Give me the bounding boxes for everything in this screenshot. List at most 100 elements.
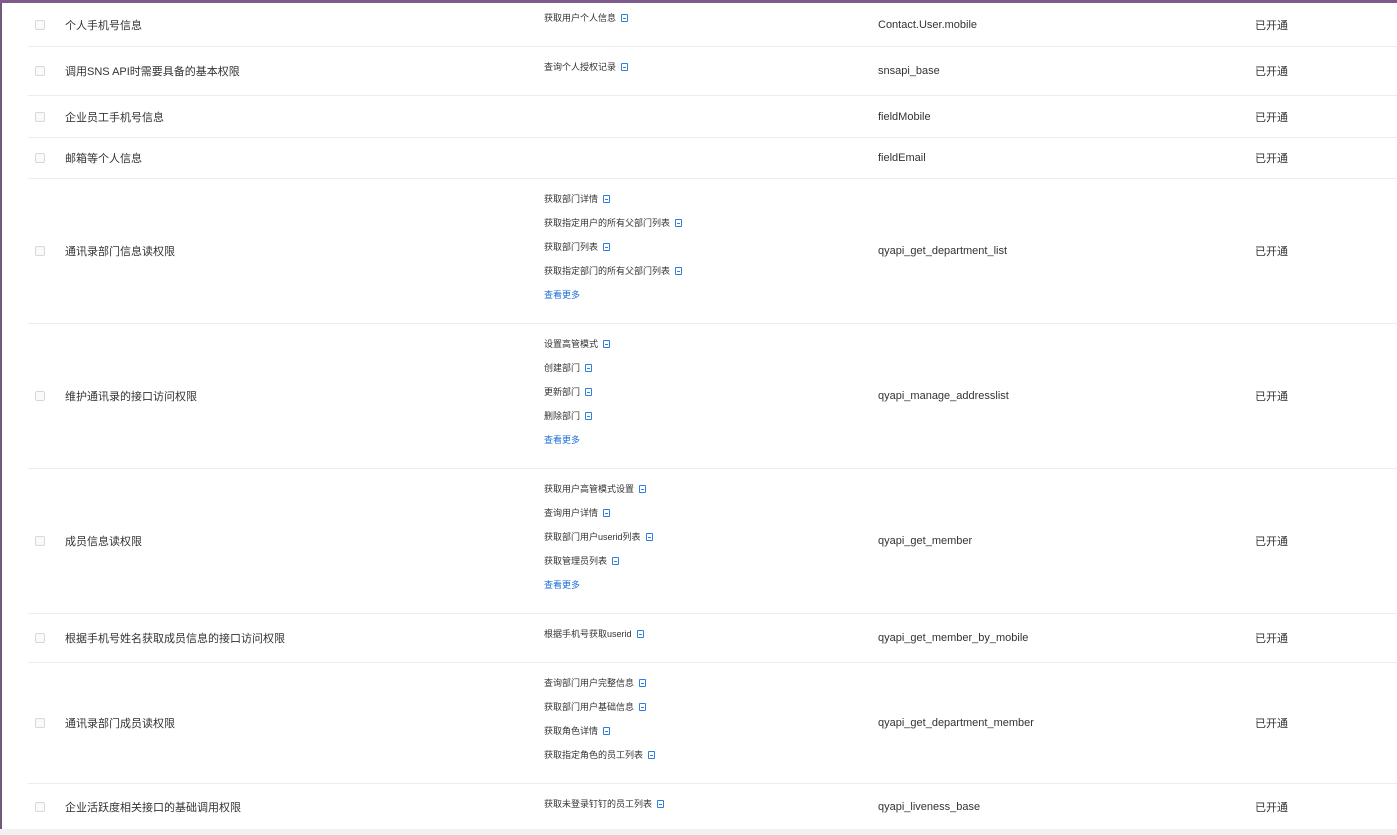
- view-more-link[interactable]: 查看更多: [544, 283, 682, 307]
- api-label: 删除部门: [544, 411, 581, 421]
- api-item: 获取部门用户userid列表: [544, 525, 653, 549]
- api-label: 设置高管模式: [544, 339, 599, 349]
- status-label: 已开通: [1255, 718, 1288, 730]
- status-label: 已开通: [1255, 633, 1288, 645]
- table-row: 成员信息读权限 获取用户高管模式设置 查询用户详情 获取部门用户userid列表 获取管…: [28, 469, 1397, 614]
- row-checkbox[interactable]: [35, 19, 45, 30]
- doc-link-icon[interactable]: [639, 703, 647, 711]
- api-list: 查询部门用户完整信息 获取部门用户基础信息 获取角色详情获取指定角色的员工列表: [544, 671, 656, 767]
- table-row: 调用SNS API时需要具备的基本权限 查询个人授权记录 snsapi_base 已开…: [28, 47, 1397, 96]
- doc-link-icon[interactable]: [645, 533, 653, 541]
- permission-name: 个人手机号信息: [65, 19, 142, 32]
- view-more-link[interactable]: 查看更多: [544, 573, 653, 597]
- api-item: 获取指定角色的员工列表: [544, 743, 656, 767]
- doc-link-icon[interactable]: [585, 412, 593, 420]
- row-checkbox[interactable]: [35, 153, 45, 163]
- window-left-border: [0, 3, 2, 835]
- api-label: 创建部门: [544, 363, 581, 373]
- doc-link-icon[interactable]: [657, 800, 665, 808]
- api-label: 获取部门用户基础信息: [544, 702, 635, 712]
- status-label: 已开通: [1255, 66, 1288, 78]
- row-checkbox[interactable]: [35, 391, 45, 401]
- api-label: 获取部门用户userid列表: [544, 532, 641, 542]
- doc-link-icon[interactable]: [675, 267, 683, 275]
- api-list: 获取用户高管模式设置 查询用户详情 获取部门用户userid列表 获取管理员列表 查看更…: [544, 477, 653, 597]
- api-item: 查询用户详情: [544, 501, 653, 525]
- api-list: 获取部门详情 获取指定用户的所有父部门列表 获取部门列表 获取指定部门的所有父部门列表…: [544, 187, 683, 307]
- doc-link-icon[interactable]: [603, 195, 611, 203]
- api-label: 获取用户高管模式设置: [544, 484, 635, 494]
- row-checkbox[interactable]: [35, 246, 45, 256]
- row-checkbox[interactable]: [35, 802, 45, 812]
- table-row: 通讯录部门成员读权限 查询部门用户完整信息 获取部门用户基础信息 获取角色详情获取指定…: [28, 663, 1397, 784]
- api-item: 获取用户个人信息: [544, 6, 629, 30]
- api-label: 查询部门用户完整信息: [544, 678, 635, 688]
- api-label: 获取未登录钉钉的员工列表: [544, 799, 653, 809]
- api-item: 设置高管模式: [544, 332, 611, 356]
- doc-link-icon[interactable]: [621, 63, 629, 71]
- doc-link-icon[interactable]: [603, 509, 611, 517]
- table-row: 根据手机号姓名获取成员信息的接口访问权限 根据手机号获取userid qyapi_g…: [28, 614, 1397, 663]
- doc-link-icon[interactable]: [639, 485, 647, 493]
- permission-code: fieldEmail: [878, 152, 926, 164]
- api-item: 删除部门: [544, 404, 610, 428]
- api-item: 查询部门用户完整信息: [544, 671, 655, 695]
- api-list: 根据手机号获取userid: [544, 622, 644, 646]
- status-label: 已开通: [1255, 19, 1288, 32]
- permission-name: 通讯录部门成员读权限: [65, 718, 175, 730]
- status-label: 已开通: [1255, 536, 1288, 548]
- api-label: 获取指定用户的所有父部门列表: [544, 218, 671, 228]
- permission-name: 邮箱等个人信息: [65, 153, 142, 165]
- api-list: 获取用户个人信息: [544, 6, 629, 30]
- doc-link-icon[interactable]: [639, 679, 647, 687]
- api-item: 获取用户高管模式设置: [544, 477, 653, 501]
- doc-link-icon[interactable]: [603, 243, 611, 251]
- api-item: 获取指定部门的所有父部门列表: [544, 259, 683, 283]
- permission-name: 通讯录部门信息读权限: [65, 246, 175, 258]
- api-label: 获取角色详情: [544, 726, 599, 736]
- doc-link-icon[interactable]: [621, 14, 629, 22]
- doc-link-icon[interactable]: [603, 727, 611, 735]
- view-more-link[interactable]: 查看更多: [544, 428, 610, 452]
- permission-code: qyapi_liveness_base: [878, 801, 981, 813]
- row-checkbox[interactable]: [35, 536, 45, 546]
- table-row: 维护通讯录的接口访问权限 设置高管模式 创建部门更新部门删除部门查看更多 qyapi_…: [28, 324, 1397, 469]
- status-label: 已开通: [1255, 111, 1288, 124]
- api-label: 获取指定部门的所有父部门列表: [544, 266, 671, 276]
- doc-link-icon[interactable]: [636, 630, 644, 638]
- api-item: 创建部门: [544, 356, 610, 380]
- status-label: 已开通: [1255, 802, 1288, 814]
- permission-code: Contact.User.mobile: [878, 18, 978, 31]
- api-label: 获取用户个人信息: [544, 13, 617, 23]
- api-item: 获取未登录钉钉的员工列表: [544, 792, 665, 816]
- api-label: 更新部门: [544, 387, 581, 397]
- table-row: 邮箱等个人信息 fieldEmail 已开通: [28, 138, 1397, 179]
- permission-name: 企业活跃度相关接口的基础调用权限: [65, 802, 241, 814]
- status-label: 已开通: [1255, 391, 1288, 403]
- bottom-scroll-area: [0, 829, 1397, 835]
- row-checkbox[interactable]: [35, 718, 45, 728]
- permission-name: 根据手机号姓名获取成员信息的接口访问权限: [65, 633, 285, 645]
- doc-link-icon[interactable]: [585, 364, 593, 372]
- api-list: 获取未登录钉钉的员工列表: [544, 792, 665, 816]
- row-checkbox[interactable]: [35, 66, 45, 76]
- permission-code: qyapi_manage_addresslist: [878, 390, 1009, 402]
- doc-link-icon[interactable]: [585, 388, 593, 396]
- permission-code: qyapi_get_member_by_mobile: [878, 632, 1029, 644]
- status-label: 已开通: [1255, 153, 1288, 165]
- doc-link-icon[interactable]: [675, 219, 683, 227]
- permission-name: 调用SNS API时需要具备的基本权限: [65, 66, 240, 78]
- table-row: 个人手机号信息 获取用户个人信息 Contact.User.mobile 已开通: [28, 3, 1397, 47]
- permission-code: fieldMobile: [878, 110, 931, 123]
- doc-link-icon[interactable]: [612, 557, 620, 565]
- permission-name: 成员信息读权限: [65, 536, 142, 548]
- api-label: 获取指定角色的员工列表: [544, 750, 644, 760]
- permission-name: 企业员工手机号信息: [65, 111, 164, 124]
- row-checkbox[interactable]: [35, 633, 45, 643]
- doc-link-icon[interactable]: [603, 340, 611, 348]
- row-checkbox[interactable]: [35, 111, 45, 122]
- permission-code: qyapi_get_department_list: [878, 245, 1008, 257]
- doc-link-icon[interactable]: [648, 751, 656, 759]
- permission-name: 维护通讯录的接口访问权限: [65, 391, 197, 403]
- api-label: 根据手机号获取userid: [544, 629, 632, 639]
